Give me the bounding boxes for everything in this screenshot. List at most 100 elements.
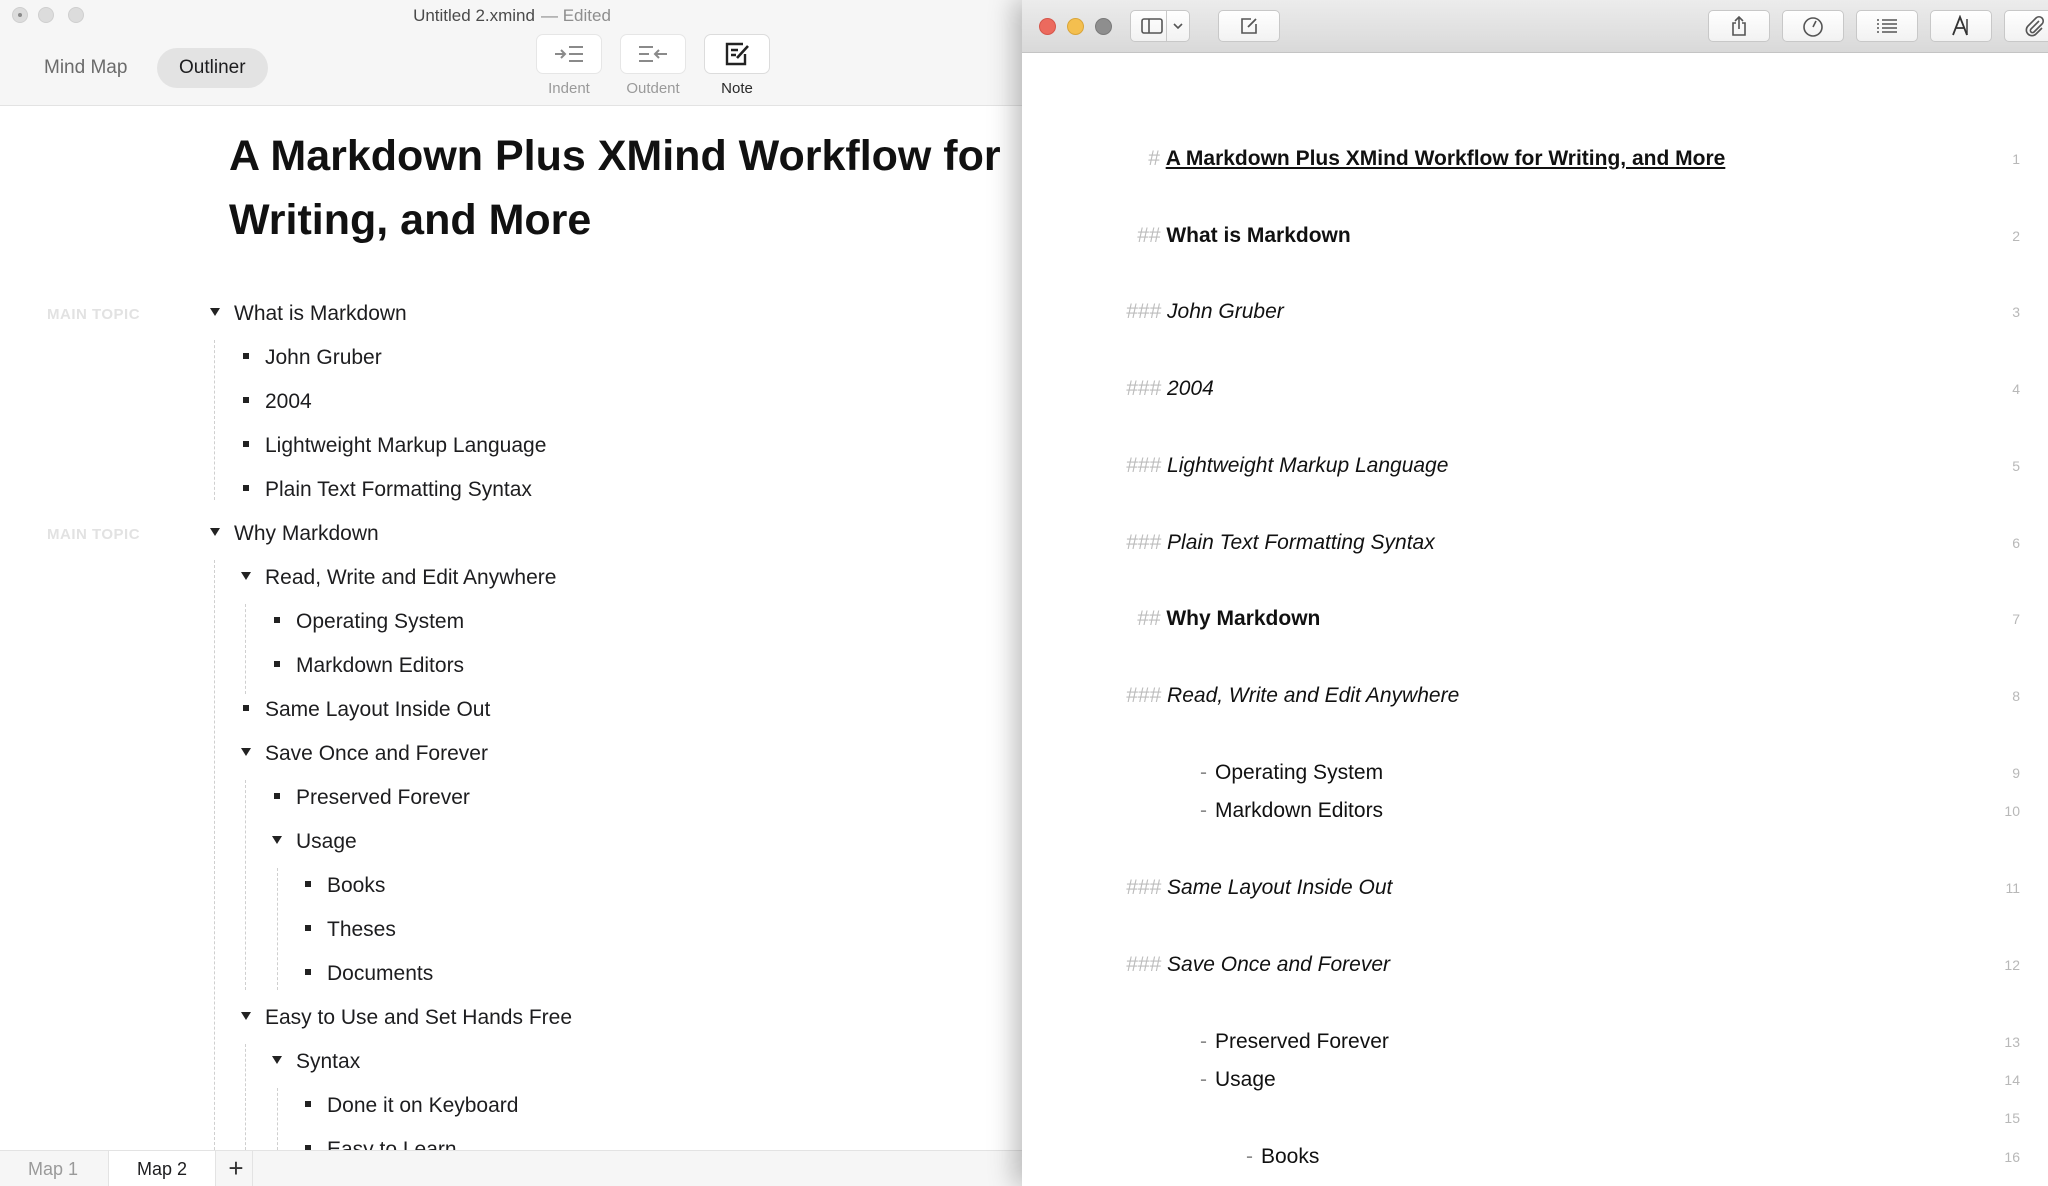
outline-topic[interactable]: Markdown Editors — [272, 651, 464, 681]
topic-label: Documents — [327, 962, 434, 985]
list-text: Usage — [1215, 1068, 1276, 1091]
window-minimize-button[interactable] — [1067, 18, 1084, 35]
markdown-line[interactable]: - Operating System — [1200, 758, 1383, 788]
outline-topic[interactable]: Lightweight Markup Language — [241, 431, 546, 461]
collapse-triangle-icon[interactable] — [272, 836, 282, 845]
outline-topic[interactable]: Why Markdown — [210, 519, 379, 549]
outline-topic[interactable]: Books — [303, 871, 385, 901]
markdown-line[interactable]: ### Same Layout Inside Out — [1126, 873, 1392, 903]
bullet-icon — [305, 925, 311, 932]
map-tab-bar: Map 1 Map 2 + — [0, 1150, 1024, 1186]
tab-mind-map[interactable]: Mind Map — [22, 48, 149, 88]
stats-button[interactable] — [1782, 10, 1844, 42]
edited-status: — Edited — [540, 6, 611, 25]
heading-text: John Gruber — [1167, 300, 1284, 323]
line-number: 10 — [2004, 803, 2020, 819]
editor-toolbar — [1022, 0, 2048, 53]
line-number: 15 — [2004, 1110, 2020, 1126]
window-close-button[interactable] — [1039, 18, 1056, 35]
collapse-triangle-icon[interactable] — [241, 572, 251, 581]
line-number: 2 — [2012, 228, 2020, 244]
markdown-line[interactable]: ### Read, Write and Edit Anywhere — [1126, 681, 1459, 711]
outline-topic[interactable]: Same Layout Inside Out — [241, 695, 490, 725]
outline-topic[interactable]: Preserved Forever — [272, 783, 470, 813]
indent-label: Indent — [548, 80, 590, 97]
indent-button[interactable]: Indent — [536, 34, 602, 97]
tab-map-2[interactable]: Map 2 — [108, 1151, 217, 1186]
tab-outliner[interactable]: Outliner — [157, 48, 268, 88]
list-marker: - — [1200, 799, 1207, 822]
note-button[interactable]: Note — [704, 34, 770, 97]
list-icon — [1877, 19, 1897, 33]
collapse-triangle-icon[interactable] — [210, 528, 220, 537]
outline-topic[interactable]: Easy to Use and Set Hands Free — [241, 1003, 572, 1033]
note-icon — [704, 34, 770, 74]
outline-topic[interactable]: Theses — [303, 915, 396, 945]
markdown-line[interactable]: ### 2004 — [1126, 374, 1214, 404]
bullet-icon — [243, 441, 249, 448]
add-map-button[interactable]: + — [220, 1151, 253, 1186]
compose-button[interactable] — [1218, 10, 1280, 42]
typography-button[interactable] — [1930, 10, 1992, 42]
sidebar-toggle-button[interactable] — [1130, 10, 1190, 42]
window-zoom-button[interactable] — [1095, 18, 1112, 35]
outdent-label: Outdent — [626, 80, 680, 97]
indent-icon — [536, 34, 602, 74]
share-button[interactable] — [1708, 10, 1770, 42]
markdown-line[interactable]: - Usage — [1200, 1065, 1276, 1095]
outdent-button[interactable]: Outdent — [620, 34, 686, 97]
list-marker: - — [1200, 761, 1207, 784]
bullet-icon — [274, 661, 280, 668]
markdown-line[interactable]: ### Save Once and Forever — [1126, 950, 1390, 980]
outline-topic[interactable]: What is Markdown — [210, 299, 407, 329]
markdown-line[interactable]: - Preserved Forever — [1200, 1027, 1389, 1057]
outline-topic[interactable]: Save Once and Forever — [241, 739, 488, 769]
markdown-editor-window: # A Markdown Plus XMind Workflow for Writ… — [1022, 0, 2048, 1186]
markdown-line[interactable]: - Markdown Editors — [1200, 796, 1383, 826]
heading-text: Plain Text Formatting Syntax — [1167, 531, 1435, 554]
heading-marker: ### — [1126, 531, 1162, 554]
list-text: Markdown Editors — [1215, 799, 1384, 822]
outline-guide — [245, 1044, 246, 1150]
outline-topic[interactable]: 2004 — [241, 387, 312, 417]
outline-topic[interactable]: Operating System — [272, 607, 464, 637]
attachment-button[interactable] — [2004, 10, 2048, 42]
collapse-triangle-icon[interactable] — [272, 1056, 282, 1065]
outline-topic[interactable]: Done it on Keyboard — [303, 1091, 518, 1121]
collapse-triangle-icon[interactable] — [241, 748, 251, 757]
topic-label: Preserved Forever — [296, 786, 470, 809]
list-text: Operating System — [1215, 761, 1384, 784]
markdown-line[interactable]: ## What is Markdown — [1137, 221, 1351, 251]
tab-map-1[interactable]: Map 1 — [0, 1151, 106, 1186]
outline-topic[interactable]: Syntax — [272, 1047, 360, 1077]
collapse-triangle-icon[interactable] — [241, 1012, 251, 1021]
chevron-down-icon[interactable] — [1166, 11, 1189, 41]
collapse-triangle-icon[interactable] — [210, 308, 220, 317]
heading-text: Lightweight Markup Language — [1167, 454, 1449, 477]
markdown-line[interactable]: ### John Gruber — [1126, 297, 1284, 327]
font-icon — [1952, 15, 1968, 36]
heading-marker: ### — [1126, 377, 1162, 400]
markdown-line[interactable]: - Books — [1246, 1142, 1319, 1172]
heading-text: What is Markdown — [1166, 224, 1351, 247]
outline-topic[interactable]: Documents — [303, 959, 433, 989]
markdown-line[interactable]: ### Plain Text Formatting Syntax — [1126, 528, 1435, 558]
outline-guide — [277, 868, 278, 990]
line-number: 9 — [2012, 765, 2020, 781]
document-title[interactable]: A Markdown Plus XMind Workflow for Writi… — [229, 124, 1009, 252]
heading-marker: ### — [1126, 684, 1162, 707]
markdown-line[interactable]: # A Markdown Plus XMind Workflow for Writ… — [1148, 144, 1725, 174]
outline-topic[interactable]: Usage — [272, 827, 357, 857]
markdown-line[interactable]: ### Lightweight Markup Language — [1126, 451, 1448, 481]
outline-topic[interactable]: Plain Text Formatting Syntax — [241, 475, 532, 505]
line-number: 14 — [2004, 1072, 2020, 1088]
topic-label: Markdown Editors — [296, 654, 465, 677]
heading-text: Same Layout Inside Out — [1167, 876, 1393, 899]
outline-topic[interactable]: John Gruber — [241, 343, 382, 373]
topic-label: Syntax — [296, 1050, 361, 1073]
outline-list-button[interactable] — [1856, 10, 1918, 42]
outline-topic[interactable]: Read, Write and Edit Anywhere — [241, 563, 556, 593]
topic-label: Same Layout Inside Out — [265, 698, 491, 721]
line-number: 16 — [2004, 1149, 2020, 1165]
markdown-line[interactable]: ## Why Markdown — [1137, 604, 1320, 634]
